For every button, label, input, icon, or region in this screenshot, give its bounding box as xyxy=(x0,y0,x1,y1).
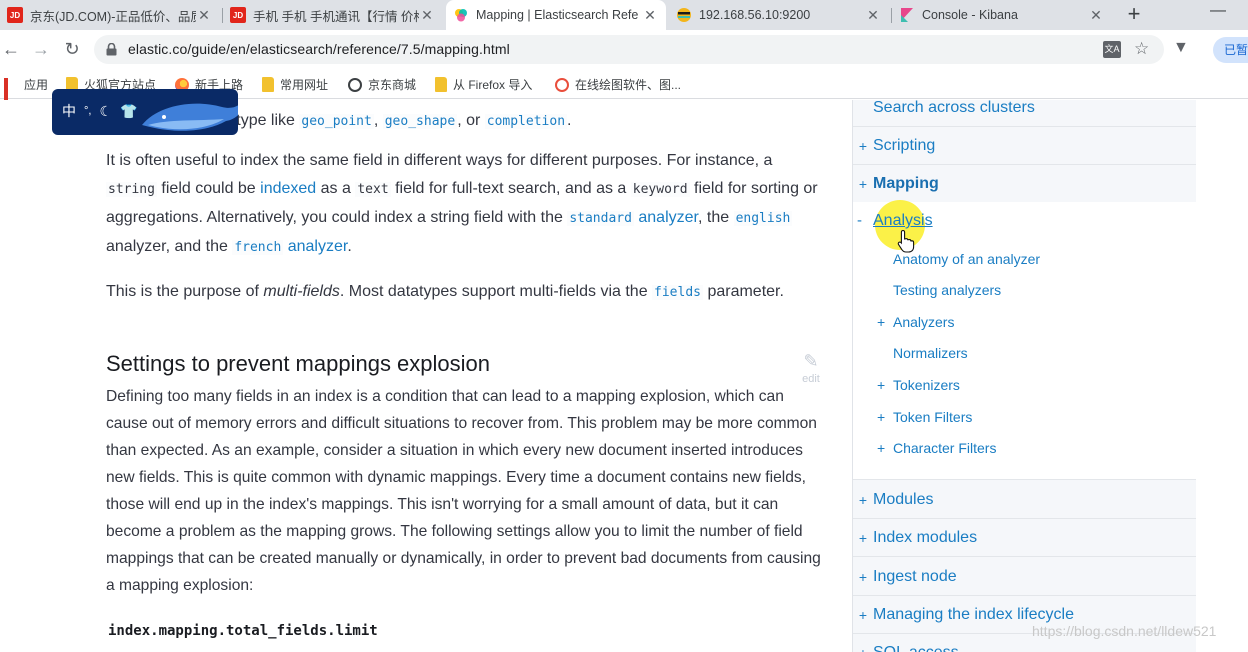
expand-plus-icon: + xyxy=(877,440,886,456)
close-icon[interactable]: ✕ xyxy=(642,7,658,24)
bookmark-label: 应用 xyxy=(24,78,49,92)
close-icon[interactable]: ✕ xyxy=(196,7,212,24)
bookmark-label: 在线绘图软件、图... xyxy=(575,78,682,92)
url-text[interactable]: elastic.co/guide/en/elasticsearch/refere… xyxy=(128,41,510,57)
link-english-analyzer[interactable]: english xyxy=(733,209,793,226)
edit-link[interactable]: ✎ edit xyxy=(796,350,826,392)
link-geo-point[interactable]: geo_point xyxy=(299,112,374,129)
address-bar[interactable]: elastic.co/guide/en/elasticsearch/refere… xyxy=(94,35,1164,64)
moon-icon[interactable]: ☾ xyxy=(99,103,112,120)
expand-plus-icon: + xyxy=(858,529,868,546)
tab-title: 192.168.56.10:9200 xyxy=(699,8,811,22)
setting-total-fields-limit: index.mapping.total_fields.limit xyxy=(108,623,378,639)
link-indexed[interactable]: indexed xyxy=(260,180,316,197)
punctuation-icon[interactable]: °, xyxy=(84,105,91,117)
tab-title: 京东(JD.COM)-正品低价、品质 xyxy=(30,9,196,24)
pencil-icon: ✎ xyxy=(803,351,819,371)
extension-icon[interactable]: ▼ xyxy=(1173,39,1189,57)
folder-icon xyxy=(435,77,447,92)
kibana-favicon-icon xyxy=(899,7,915,23)
profile-button[interactable]: 已暂 xyxy=(1213,37,1248,63)
code-string: string xyxy=(106,182,157,197)
close-icon[interactable]: ✕ xyxy=(419,7,435,24)
sidebar-item-modules[interactable]: + Modules xyxy=(853,481,1196,519)
tab-title: Mapping | Elasticsearch Refe xyxy=(476,8,639,22)
shirt-icon[interactable]: 👕 xyxy=(120,103,137,120)
paragraph-multi-index: It is often useful to index the same fie… xyxy=(106,152,818,255)
link-standard-analyzer[interactable]: standard analyzer xyxy=(567,209,698,226)
sidebar-section-analysis: - Analysis Anatomy of an analyzer Testin… xyxy=(853,200,1196,480)
tab-kibana-console[interactable]: Console - Kibana ✕ xyxy=(892,0,1112,30)
code-keyword: keyword xyxy=(630,182,690,197)
bookmark-label: 京东商城 xyxy=(368,78,417,92)
link-french-analyzer[interactable]: french analyzer xyxy=(232,238,347,255)
expand-plus-icon: + xyxy=(877,377,886,393)
expand-plus-icon: + xyxy=(858,175,868,192)
es-favicon-icon xyxy=(676,7,692,23)
sidebar-item-mapping[interactable]: + Mapping xyxy=(853,165,1196,203)
ime-icons: 中 °, ☾ 👕 xyxy=(62,101,145,121)
bookmark-online-drawing[interactable]: 在线绘图软件、图... xyxy=(555,76,681,93)
whale-skin-icon xyxy=(142,103,238,131)
expand-plus-icon: + xyxy=(858,606,868,623)
sidebar-item-index-modules[interactable]: + Index modules xyxy=(853,519,1196,557)
bookmark-star-icon[interactable]: ☆ xyxy=(1134,39,1149,59)
close-icon[interactable]: ✕ xyxy=(865,7,881,24)
ime-chinese-mode[interactable]: 中 xyxy=(62,101,76,121)
lock-icon xyxy=(106,43,117,56)
link-fields[interactable]: fields xyxy=(652,283,703,300)
bookmark-label: 常用网址 xyxy=(280,78,329,92)
reload-icon[interactable]: ↻ xyxy=(61,38,83,60)
ime-toolbar[interactable]: 中 °, ☾ 👕 xyxy=(52,89,238,135)
apps-grid-icon xyxy=(4,77,18,114)
link-completion[interactable]: completion xyxy=(484,112,568,129)
tab-title: 手机 手机 手机通讯【行情 价格 xyxy=(253,9,419,24)
jd-favicon-icon: JD xyxy=(7,7,23,23)
new-tab-button[interactable]: + xyxy=(1123,3,1145,25)
page-content: ed type like geo_point, geo_shape, or co… xyxy=(0,100,1248,652)
paragraph-mapping-explosion: Defining too many fields in an index is … xyxy=(106,388,821,594)
globe-icon xyxy=(348,77,362,92)
processon-icon xyxy=(555,77,569,92)
bookmark-apps[interactable]: 应用 xyxy=(4,76,49,114)
expand-plus-icon: + xyxy=(853,645,873,652)
translate-icon[interactable]: 文A xyxy=(1103,41,1121,58)
sidebar-nav: Search across clusters + Scripting + Map… xyxy=(852,100,1196,652)
bookmark-import-firefox[interactable]: 从 Firefox 导入 xyxy=(435,76,532,93)
section-heading: Settings to prevent mappings explosion xyxy=(106,351,491,376)
expand-plus-icon: + xyxy=(877,409,886,425)
expand-plus-icon: + xyxy=(877,314,886,330)
expand-plus-icon: + xyxy=(858,568,868,585)
sidebar-item-search-across-clusters[interactable]: Search across clusters xyxy=(853,100,1196,127)
code-text: text xyxy=(355,182,391,197)
sidebar-item-ingest-node[interactable]: + Ingest node xyxy=(853,558,1196,596)
expand-plus-icon: + xyxy=(858,491,868,508)
tab-es-node[interactable]: 192.168.56.10:9200 ✕ xyxy=(669,0,889,30)
tab-elastic-mapping[interactable]: Mapping | Elasticsearch Refe ✕ xyxy=(446,0,666,30)
elastic-favicon-icon xyxy=(453,7,469,23)
collapse-minus-icon[interactable]: - xyxy=(857,212,862,229)
jd-favicon-icon: JD xyxy=(230,7,246,23)
folder-icon xyxy=(262,77,274,92)
hand-cursor-icon xyxy=(897,229,915,253)
minimize-window-icon[interactable]: — xyxy=(1208,2,1228,20)
back-arrow-icon[interactable]: ← xyxy=(0,38,22,60)
link-geo-shape[interactable]: geo_shape xyxy=(382,112,458,129)
close-icon[interactable]: ✕ xyxy=(1088,7,1104,24)
tab-jd-home[interactable]: JD 京东(JD.COM)-正品低价、品质 ✕ xyxy=(0,0,220,30)
forward-arrow-icon[interactable]: → xyxy=(30,38,52,60)
browser-toolbar: ← → ↻ elastic.co/guide/en/elasticsearch/… xyxy=(0,30,1248,69)
watermark-text: https://blog.csdn.net/lldew521 xyxy=(1032,623,1217,639)
tab-jd-phones[interactable]: JD 手机 手机 手机通讯【行情 价格 ✕ xyxy=(223,0,443,30)
sidebar-item-analysis[interactable]: Analysis xyxy=(873,212,933,230)
bookmark-jd-mall[interactable]: 京东商城 xyxy=(348,76,416,93)
sidebar-item-scripting[interactable]: + Scripting xyxy=(853,127,1196,165)
tab-title: Console - Kibana xyxy=(922,8,1018,22)
tab-strip: JD 京东(JD.COM)-正品低价、品质 ✕ JD 手机 手机 手机通讯【行情… xyxy=(0,0,1248,30)
paragraph-multi-fields: This is the purpose of multi-fields. Mos… xyxy=(106,283,784,300)
bookmark-label: 从 Firefox 导入 xyxy=(453,78,533,92)
bookmark-common-sites[interactable]: 常用网址 xyxy=(262,76,328,93)
expand-plus-icon: + xyxy=(858,137,868,154)
